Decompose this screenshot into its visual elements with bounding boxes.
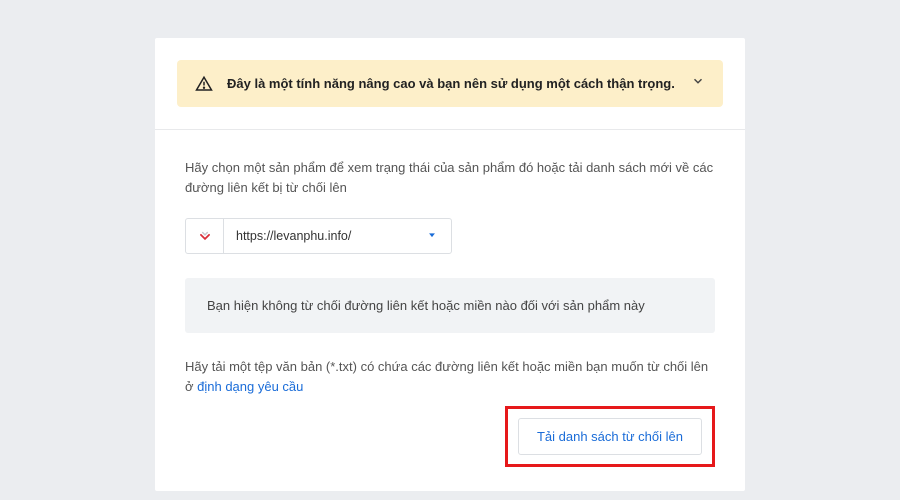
content-area: Hãy chọn một sản phẩm để xem trạng thái …: [155, 130, 745, 491]
format-link[interactable]: định dạng yêu cầu: [197, 379, 303, 394]
dropdown-selected-label: https://levanphu.info/: [224, 229, 413, 243]
site-favicon-icon: [186, 219, 224, 253]
action-row: Tải danh sách từ chối lên: [185, 406, 715, 467]
instruction-text: Hãy chọn một sản phẩm để xem trạng thái …: [185, 158, 715, 198]
upload-disavow-button[interactable]: Tải danh sách từ chối lên: [518, 418, 702, 455]
warning-banner[interactable]: Đây là một tính năng nâng cao và bạn nên…: [177, 60, 723, 107]
highlight-frame: Tải danh sách từ chối lên: [505, 406, 715, 467]
caret-down-icon: [413, 227, 451, 245]
warning-text: Đây là một tính năng nâng cao và bạn nên…: [227, 76, 677, 91]
chevron-down-icon: [691, 74, 705, 93]
site-dropdown[interactable]: https://levanphu.info/: [185, 218, 452, 254]
disavow-card: Đây là một tính năng nâng cao và bạn nên…: [155, 38, 745, 491]
upload-instruction: Hãy tải một tệp văn bản (*.txt) có chứa …: [185, 357, 715, 397]
status-message: Bạn hiện không từ chối đường liên kết ho…: [185, 278, 715, 333]
warning-section: Đây là một tính năng nâng cao và bạn nên…: [155, 38, 745, 130]
warning-icon: [195, 75, 213, 93]
